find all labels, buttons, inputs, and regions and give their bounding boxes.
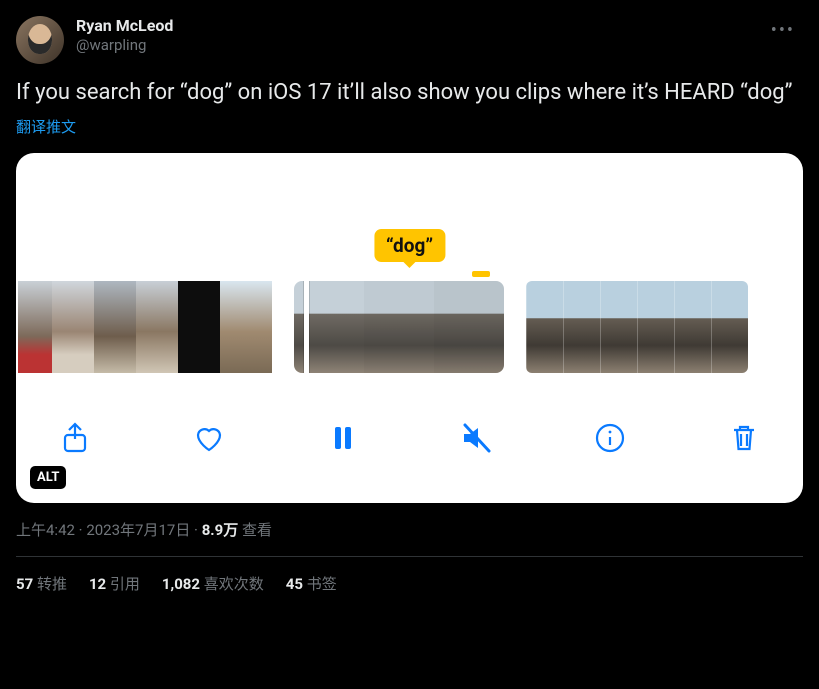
tweet-meta: 上午4:42 · 2023年7月17日 · 8.9万 查看 (16, 519, 803, 540)
alt-badge[interactable]: ALT (30, 466, 66, 489)
trash-icon (727, 421, 761, 455)
retweets-stat[interactable]: 57 转推 (16, 573, 67, 594)
clip-thumb (563, 281, 600, 373)
tweet-date[interactable]: 2023年7月17日 (86, 521, 190, 539)
author-block[interactable]: Ryan McLeod @warpling (76, 16, 173, 55)
share-button[interactable] (58, 421, 92, 455)
clip-thumb (637, 281, 674, 373)
views-label: 查看 (238, 521, 272, 539)
avatar[interactable] (16, 16, 64, 64)
mute-button[interactable] (459, 421, 493, 455)
clip-thumb (94, 281, 136, 373)
clip-thumb (18, 281, 52, 373)
clip-thumb (711, 281, 748, 373)
share-icon (58, 421, 92, 455)
bookmarks-stat[interactable]: 45 书签 (286, 573, 337, 594)
clip-timeline (16, 281, 803, 373)
delete-button[interactable] (727, 421, 761, 455)
likes-stat[interactable]: 1,082 喜欢次数 (162, 573, 264, 594)
playhead[interactable] (304, 281, 309, 373)
clip-thumb (434, 281, 504, 373)
clip-thumb (136, 281, 178, 373)
engagement-stats: 57 转推 12 引用 1,082 喜欢次数 45 书签 (16, 557, 803, 594)
clip-thumb (178, 281, 220, 373)
clip-group-2 (294, 281, 504, 373)
like-button[interactable] (192, 421, 226, 455)
heart-icon (192, 421, 226, 455)
more-options-button[interactable]: ••• (765, 14, 801, 47)
translate-link[interactable]: 翻译推文 (16, 116, 76, 137)
clip-thumb (52, 281, 94, 373)
info-button[interactable] (593, 421, 627, 455)
pause-icon (326, 421, 360, 455)
search-marker (472, 271, 490, 277)
search-tag-bubble: “dog” (374, 229, 445, 262)
author-handle: @warpling (76, 36, 173, 55)
clip-group-1 (18, 281, 272, 373)
speaker-muted-icon (459, 421, 493, 455)
views-count: 8.9万 (202, 521, 239, 539)
pause-button[interactable] (326, 421, 360, 455)
clip-thumb (600, 281, 637, 373)
media-attachment[interactable]: “dog” (16, 153, 803, 503)
tweet-text: If you search for “dog” on iOS 17 it’ll … (16, 78, 803, 108)
clip-group-3 (526, 281, 748, 373)
author-display-name: Ryan McLeod (76, 16, 173, 36)
clip-thumb (220, 281, 272, 373)
media-toolbar (16, 421, 803, 455)
ellipsis-icon: ••• (771, 20, 795, 41)
info-icon (593, 421, 627, 455)
clip-thumb (526, 281, 563, 373)
clip-thumb (364, 281, 434, 373)
tweet-time[interactable]: 上午4:42 (16, 521, 75, 539)
tweet-header: Ryan McLeod @warpling (16, 16, 803, 64)
quotes-stat[interactable]: 12 引用 (89, 573, 140, 594)
clip-thumb (674, 281, 711, 373)
tweet-container: Ryan McLeod @warpling ••• If you search … (0, 0, 819, 594)
